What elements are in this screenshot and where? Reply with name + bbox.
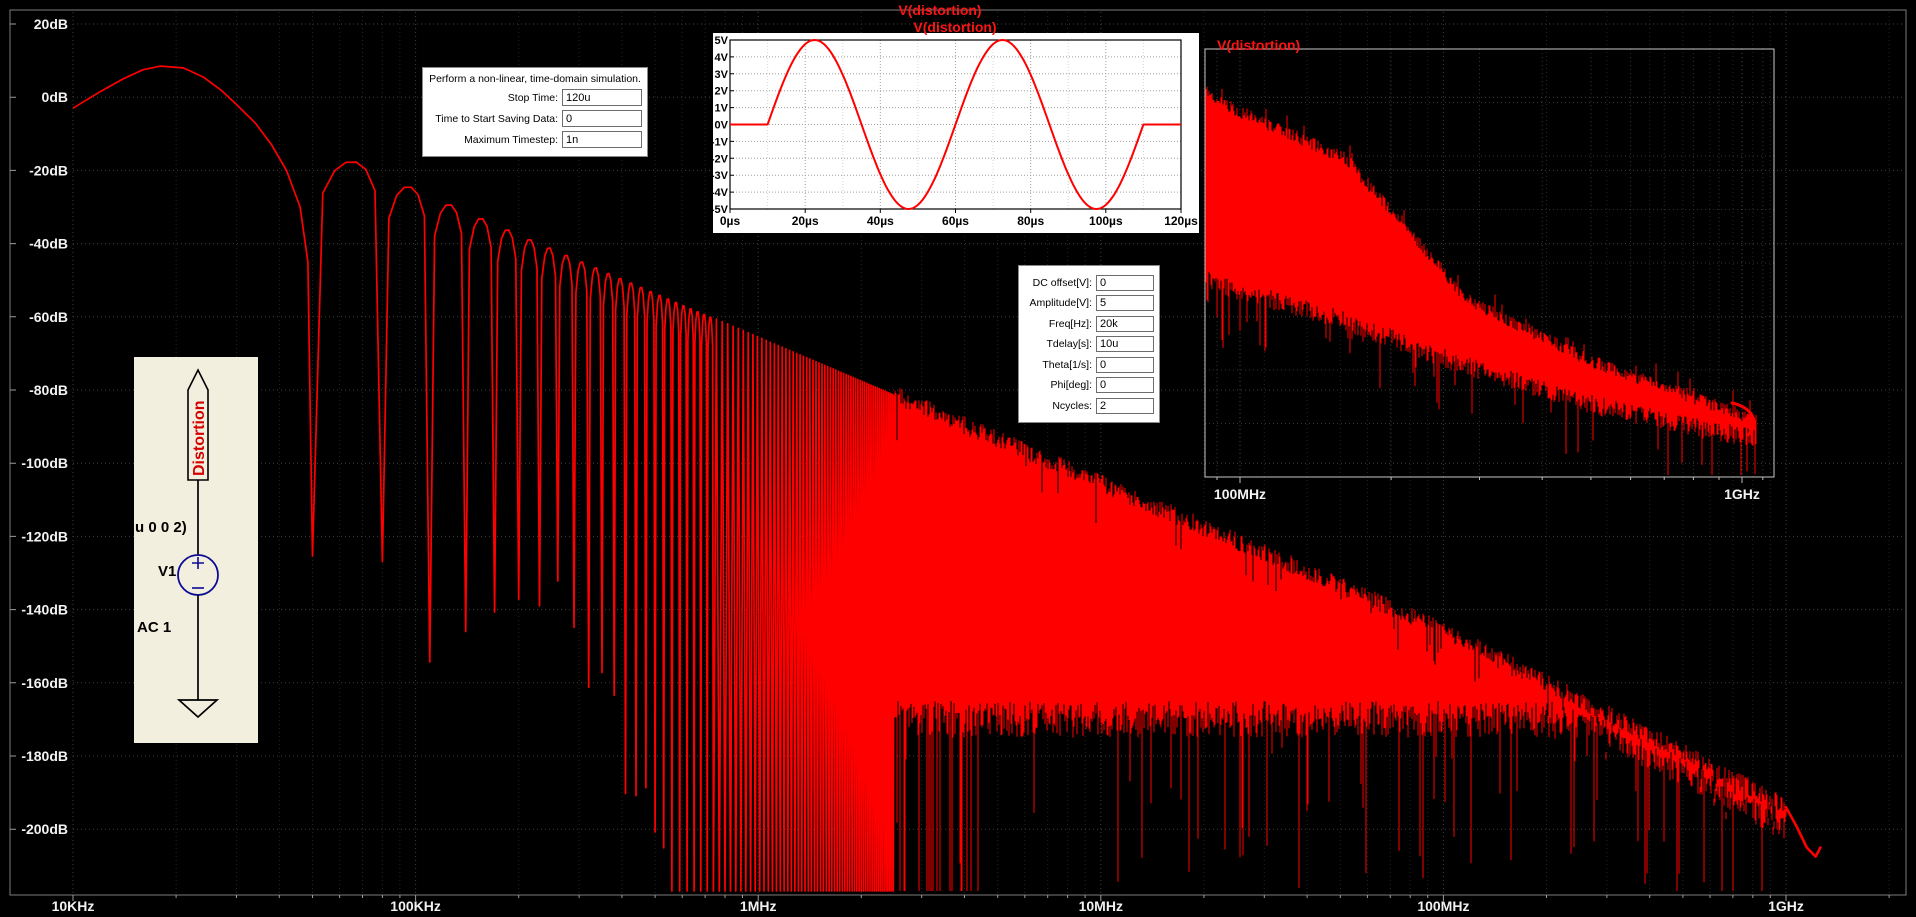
- phi-input[interactable]: [1096, 377, 1154, 393]
- inset-x-label: 20µs: [792, 214, 819, 228]
- x-axis-label: 100KHz: [390, 898, 441, 914]
- phi-label: Phi[deg]:: [1050, 379, 1092, 391]
- ncycles-input[interactable]: [1096, 397, 1154, 414]
- ltspice-window: 20dB 0dB -20dB -40dB -60dB -80dB -100dB -120dB -…: [0, 0, 1916, 917]
- max-timestep-label: Maximum Timestep:: [464, 133, 558, 146]
- inset-x-label: 60µs: [942, 214, 969, 228]
- y-axis-label: -20dB: [29, 162, 68, 178]
- inset-y-label: 1V: [715, 103, 729, 115]
- y-axis-label: -160dB: [21, 675, 68, 691]
- plus-terminal-icon: [192, 557, 204, 569]
- ground-symbol[interactable]: [176, 699, 220, 719]
- inset-y-label: 0V: [715, 120, 729, 132]
- tdelay-label: Tdelay[s]:: [1046, 338, 1092, 350]
- hf-x-label: 100MHz: [1214, 486, 1266, 502]
- component-name[interactable]: V1: [158, 563, 176, 580]
- time-inset-trace-label[interactable]: V(distortion): [873, 19, 1037, 35]
- transient-sim-dialog: Perform a non-linear, time-domain simula…: [422, 67, 648, 157]
- inset-x-label: 0µs: [720, 214, 741, 228]
- inset-y-label: -2V: [713, 153, 729, 165]
- y-axis-label: -180dB: [21, 748, 68, 764]
- inset-y-label: -3V: [713, 170, 729, 182]
- time-domain-trace[interactable]: [730, 39, 1181, 210]
- stop-time-input[interactable]: [562, 89, 642, 106]
- tdelay-input[interactable]: [1096, 336, 1154, 352]
- time-domain-inset-panel: 5V4V3V2V1V0V-1V-2V-3V-4V-5V0µs20µs40µs60…: [713, 33, 1199, 233]
- sim-dialog-row: Maximum Timestep:: [428, 131, 642, 148]
- y-axis-label: -80dB: [29, 382, 68, 398]
- inset-x-label: 80µs: [1017, 214, 1044, 228]
- sine-source-dialog: DC offset[V]: Amplitude[V]: Freq[Hz]: Td…: [1018, 265, 1160, 423]
- time-domain-plot[interactable]: 5V4V3V2V1V0V-1V-2V-3V-4V-5V0µs20µs40µs60…: [713, 33, 1199, 233]
- inset-x-label: 40µs: [867, 214, 894, 228]
- inset-y-label: -1V: [713, 136, 729, 148]
- hf-fft-plot[interactable]: 100MHz 1GHz: [1195, 35, 1795, 515]
- x-axis-label: 10MHz: [1079, 898, 1123, 914]
- net-label-distortion[interactable]: Distortion: [191, 400, 208, 476]
- component-value[interactable]: AC 1: [137, 619, 171, 636]
- max-timestep-input[interactable]: [562, 131, 642, 148]
- dc-offset-label: DC offset[V]:: [1032, 276, 1092, 289]
- hf-inset-trace-label[interactable]: V(distortion): [1217, 37, 1300, 53]
- source-dialog-row: Tdelay[s]:: [1024, 336, 1154, 352]
- inset-ticks: [729, 56, 1182, 213]
- theta-input[interactable]: [1096, 356, 1154, 373]
- x-axis-label: 1MHz: [740, 898, 777, 914]
- start-saving-input[interactable]: [562, 110, 642, 127]
- y-axis-label: 0dB: [42, 89, 68, 105]
- theta-label: Theta[1/s]:: [1042, 358, 1092, 371]
- amplitude-label: Amplitude[V]:: [1029, 297, 1092, 309]
- x-axis-label: 100MHz: [1417, 898, 1469, 914]
- freq-label: Freq[Hz]:: [1048, 317, 1092, 330]
- y-axis-label: -40dB: [29, 236, 68, 252]
- inset-x-label: 120µs: [1164, 214, 1198, 228]
- y-axis-label: -120dB: [21, 528, 68, 544]
- spice-directive-fragment[interactable]: u 0 0 2): [135, 519, 187, 536]
- y-axis-label: -60dB: [29, 309, 68, 325]
- x-axis-label: 1GHz: [1768, 898, 1804, 914]
- inset-x-label: 100µs: [1089, 214, 1123, 228]
- source-dialog-row: Theta[1/s]:: [1024, 356, 1154, 373]
- inset-y-label: 5V: [715, 35, 729, 47]
- sim-dialog-row: Stop Time:: [428, 89, 642, 106]
- start-saving-label: Time to Start Saving Data:: [435, 112, 558, 125]
- inset-y-label: 3V: [715, 69, 729, 81]
- sim-dialog-row: Time to Start Saving Data:: [428, 110, 642, 127]
- inset-y-label: -4V: [713, 187, 729, 199]
- inset-y-label: 2V: [715, 86, 729, 98]
- ncycles-label: Ncycles:: [1052, 399, 1092, 412]
- x-axis-label: 10KHz: [52, 898, 95, 914]
- y-axis-label: -100dB: [21, 455, 68, 471]
- source-dialog-row: DC offset[V]:: [1024, 274, 1154, 291]
- schematic-drawing: Distortion: [176, 368, 220, 719]
- source-dialog-row: Ncycles:: [1024, 397, 1154, 414]
- main-fft-tail-hook: [1784, 805, 1822, 858]
- schematic-panel: Distortion u 0 0 2) V1 AC 1: [134, 357, 258, 743]
- hf-ticks: [1216, 477, 1764, 483]
- hf-fft-noise-band[interactable]: [1205, 86, 1757, 475]
- freq-input[interactable]: [1096, 315, 1154, 332]
- source-dialog-row: Amplitude[V]:: [1024, 295, 1154, 311]
- source-dialog-row: Freq[Hz]:: [1024, 315, 1154, 332]
- hf-x-label: 1GHz: [1724, 486, 1760, 502]
- stop-time-label: Stop Time:: [507, 91, 558, 104]
- amplitude-input[interactable]: [1096, 295, 1154, 311]
- source-dialog-row: Phi[deg]:: [1024, 377, 1154, 393]
- y-axis-label: -140dB: [21, 602, 68, 618]
- main-trace-label[interactable]: V(distortion): [858, 2, 1022, 18]
- sim-dialog-header: Perform a non-linear, time-domain simula…: [429, 73, 641, 85]
- dc-offset-input[interactable]: [1096, 274, 1154, 291]
- y-axis-label: -200dB: [21, 821, 68, 837]
- inset-y-label: 4V: [715, 52, 729, 64]
- y-axis-label: 20dB: [34, 16, 68, 32]
